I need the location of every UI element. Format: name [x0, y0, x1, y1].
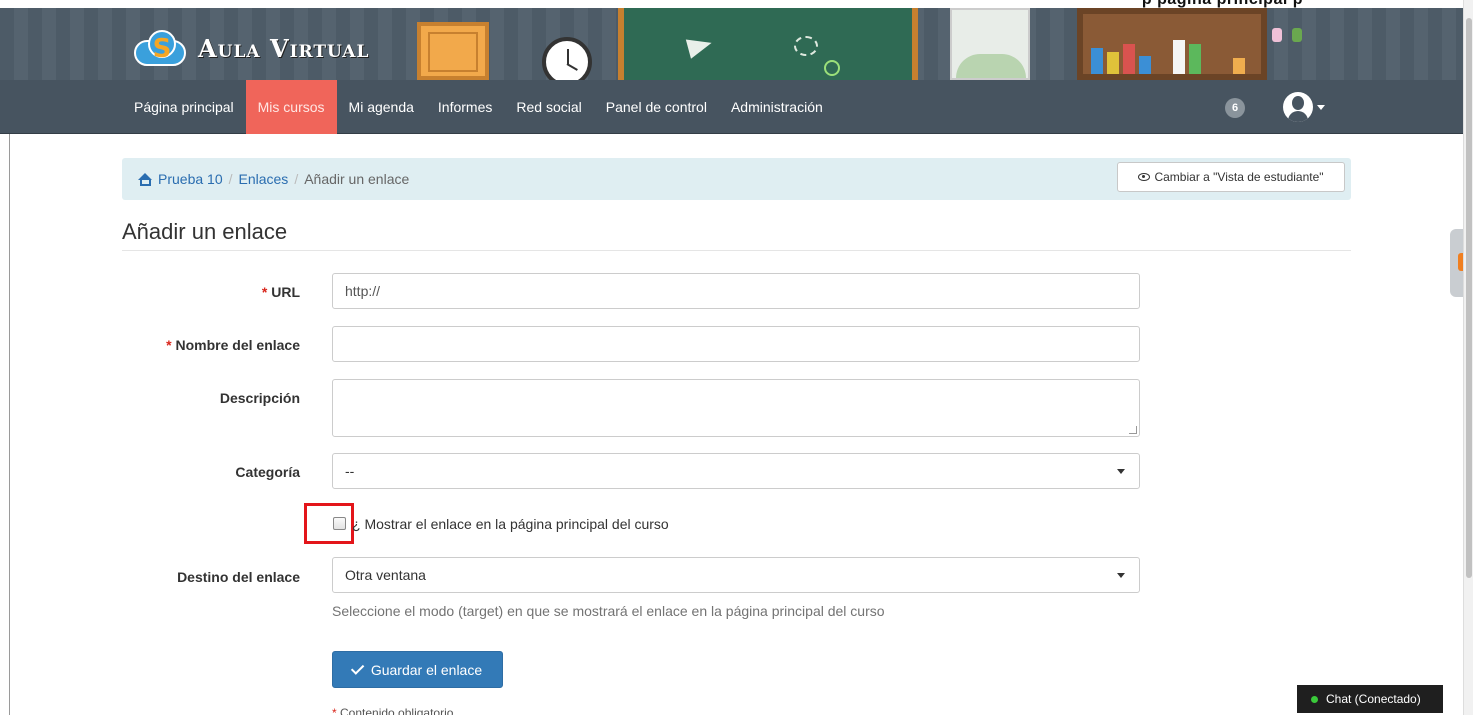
student-view-button[interactable]: Cambiar a "Vista de estudiante" [1117, 162, 1345, 192]
page-title: Añadir un enlace [122, 219, 288, 244]
nav-item-reports[interactable]: Informes [426, 80, 504, 134]
page-scrollbar[interactable] [1463, 0, 1473, 715]
eye-icon [1138, 173, 1151, 181]
chevron-down-icon [1117, 573, 1125, 578]
nav-menu: Página principal Mis cursos Mi agenda In… [122, 80, 835, 134]
logo-text: Aula Virtual [198, 33, 370, 63]
title-divider [122, 250, 1351, 251]
side-panel-tab[interactable] [1450, 229, 1464, 297]
caret-down-icon[interactable] [1317, 105, 1325, 110]
chat-bar[interactable]: Chat (Conectado) [1297, 685, 1443, 713]
required-mark: * [261, 284, 268, 300]
paper-plane-icon [685, 33, 715, 59]
category-selected-value: -- [345, 463, 355, 479]
save-link-label: Guardar el enlace [370, 661, 483, 678]
target-label: Destino del enlace [177, 569, 300, 585]
highlight-annotation [304, 503, 354, 544]
target-help-text: Seleccione el modo (target) en que se mo… [332, 603, 885, 619]
required-footnote-text: Contenido obligatorio [340, 706, 454, 715]
lightbulb-icon [824, 60, 840, 76]
breadcrumb-separator: / [294, 171, 299, 187]
nav-item-control-panel[interactable]: Panel de control [594, 80, 719, 134]
breadcrumb-current: Añadir un enlace [304, 171, 410, 187]
chat-status-icon [1311, 695, 1318, 703]
nav-item-agenda[interactable]: Mi agenda [337, 80, 426, 134]
main-navbar: Página principal Mis cursos Mi agenda In… [0, 80, 1463, 134]
page-left-edge [0, 134, 10, 715]
nav-item-administration[interactable]: Administración [719, 80, 835, 134]
header-banner: p página principal p S Aula Virtual [0, 0, 1463, 80]
url-label: * URL [0, 284, 300, 300]
chalk-doodle [794, 36, 818, 56]
category-label: Categoría [235, 464, 300, 480]
show-on-homepage-label[interactable]: ¿ Mostrar el enlace en la página princip… [352, 516, 669, 532]
logo[interactable]: S Aula Virtual [130, 28, 369, 68]
student-view-label: Cambiar a "Vista de estudiante" [1154, 170, 1324, 184]
breadcrumb-links-link[interactable]: Enlaces [239, 171, 289, 187]
nav-item-social-network[interactable]: Red social [504, 80, 593, 134]
avatar-icon[interactable] [1283, 92, 1313, 122]
decorative-board-inner [428, 32, 478, 72]
banner-top-strip: p página principal p [0, 0, 1463, 8]
chevron-down-icon [1117, 469, 1125, 474]
home-icon[interactable] [138, 172, 153, 186]
required-mark: * [332, 706, 337, 715]
link-name-label: * Nombre del enlace [0, 337, 300, 353]
link-name-input[interactable] [332, 326, 1140, 362]
nav-item-my-courses[interactable]: Mis cursos [245, 80, 337, 134]
required-mark: * [166, 337, 172, 353]
category-select[interactable]: -- [332, 453, 1140, 489]
logo-cloud-icon: S [130, 28, 190, 68]
notification-badge[interactable]: 6 [1225, 98, 1245, 118]
chat-label: Chat (Conectado) [1326, 692, 1421, 706]
url-label-text: URL [271, 284, 300, 300]
decorative-figures [1272, 28, 1302, 42]
target-select[interactable]: Otra ventana [332, 557, 1140, 593]
resize-handle-icon[interactable] [1129, 426, 1137, 434]
check-icon [350, 661, 365, 675]
target-selected-value: Otra ventana [345, 567, 426, 583]
url-input[interactable] [332, 273, 1140, 309]
breadcrumb-course-link[interactable]: Prueba 10 [158, 171, 223, 187]
required-footnote: * Contenido obligatorio [332, 706, 453, 715]
chalkboard-illustration [618, 8, 918, 80]
clock-icon [542, 37, 592, 80]
description-textarea[interactable] [332, 379, 1140, 437]
description-label: Descripción [219, 390, 300, 406]
paper-illustration [950, 8, 1030, 80]
save-link-button[interactable]: Guardar el enlace [332, 651, 503, 688]
nav-item-home[interactable]: Página principal [122, 80, 246, 134]
scrollbar-thumb[interactable] [1466, 18, 1472, 578]
breadcrumb-separator: / [228, 171, 233, 187]
link-name-label-text: Nombre del enlace [175, 337, 301, 353]
bookshelf-illustration [1077, 8, 1267, 80]
